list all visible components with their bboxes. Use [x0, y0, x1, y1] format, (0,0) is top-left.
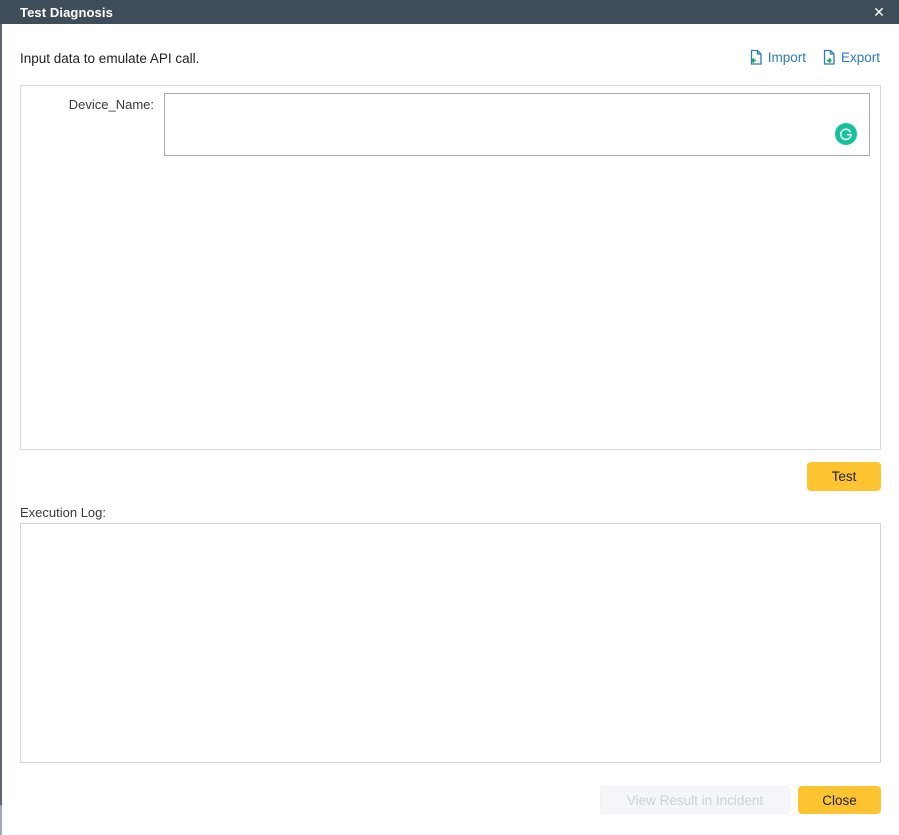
import-icon [748, 49, 764, 66]
import-label: Import [768, 50, 806, 65]
export-link[interactable]: Export [821, 49, 880, 66]
close-icon[interactable]: ✕ [867, 0, 891, 24]
test-button[interactable]: Test [807, 462, 881, 491]
import-link[interactable]: Import [748, 49, 806, 66]
input-parameters-panel: Device_Name: [20, 85, 881, 450]
dialog-title: Test Diagnosis [20, 5, 113, 20]
dialog-header: Test Diagnosis ✕ [0, 0, 899, 24]
view-result-in-incident-button: View Result in Incident [600, 786, 790, 814]
export-label: Export [841, 50, 880, 65]
grammarly-icon[interactable] [835, 123, 857, 145]
close-button[interactable]: Close [798, 786, 881, 814]
background-page-edge [0, 24, 2, 835]
device-name-label: Device_Name: [21, 97, 154, 112]
execution-log-label: Execution Log: [20, 505, 106, 520]
export-icon [821, 49, 837, 66]
background-page-edge-bottom [0, 805, 2, 835]
execution-log-output [20, 523, 881, 763]
import-export-toolbar: Import Export [748, 49, 880, 66]
instruction-text: Input data to emulate API call. [20, 51, 199, 66]
test-diagnosis-dialog: Test Diagnosis ✕ Input data to emulate A… [0, 0, 899, 835]
device-name-input[interactable] [164, 93, 870, 156]
